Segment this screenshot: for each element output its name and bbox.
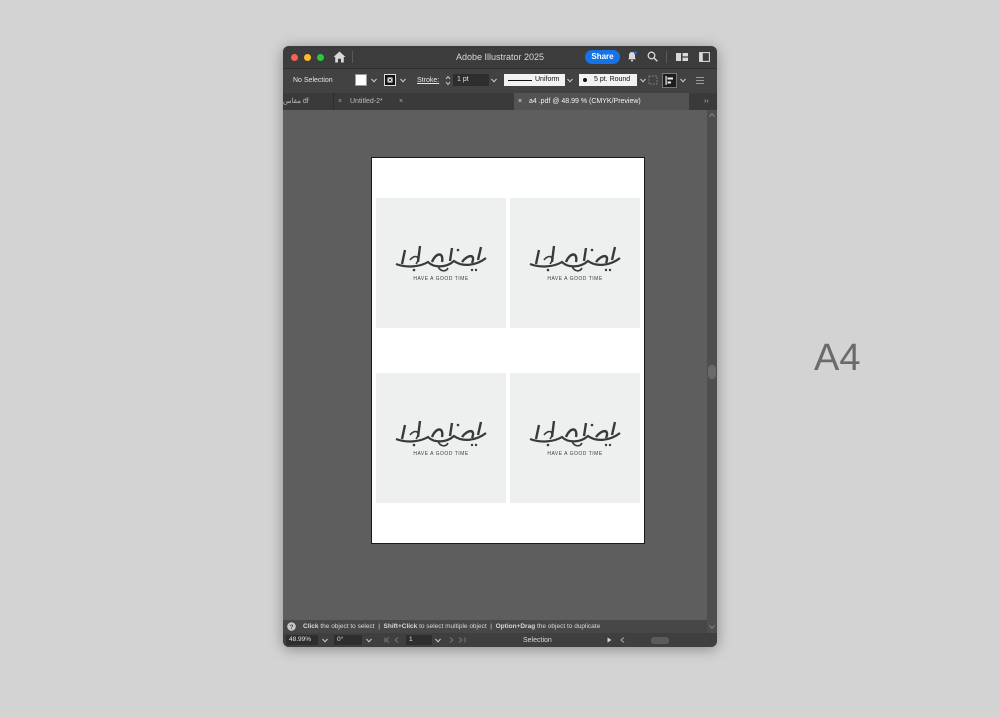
play-arrow-icon[interactable] [607, 637, 612, 643]
horizontal-scroll-thumb[interactable] [651, 637, 669, 644]
tab-label: Untitled-2* [350, 98, 383, 105]
brush-definition[interactable]: 5 pt. Round [579, 74, 637, 86]
status-hint-text: Click the object to select | Shift+Click… [303, 623, 601, 630]
chevron-up-icon[interactable] [709, 113, 715, 117]
chevron-down-icon[interactable] [567, 78, 573, 83]
current-tool-label: Selection [523, 637, 552, 644]
scroll-thumb[interactable] [708, 365, 716, 379]
design-card[interactable]: HAVE A GOOD TIME [510, 198, 640, 328]
menu-icon[interactable] [695, 76, 705, 85]
stroke-label[interactable]: Stroke: [417, 77, 439, 84]
stroke-weight-field[interactable]: 1 pt [453, 74, 489, 86]
artboard-a4[interactable]: HAVE A GOOD TIME HAVE A GOOD TIME HAVE A… [371, 157, 645, 544]
chevron-down-icon[interactable] [680, 78, 686, 83]
chevron-down-icon[interactable] [709, 625, 715, 629]
variable-width-profile[interactable]: Uniform [504, 74, 565, 86]
close-icon[interactable]: × [518, 93, 522, 110]
tab-label: a4 .pdf @ 48.99 % (CMYK/Preview) [529, 98, 641, 105]
brush-dot-icon [583, 78, 587, 82]
tab-untitled-2[interactable]: × Untitled-2* × [333, 93, 404, 110]
chevron-down-icon[interactable] [491, 78, 497, 83]
more-tabs-chevron-icon[interactable]: ›› [704, 93, 717, 110]
card-tagline: HAVE A GOOD TIME [547, 451, 603, 457]
tab-arabic-document[interactable]: مقاس df [283, 93, 333, 110]
chevron-down-icon[interactable] [435, 638, 441, 643]
control-bar: No Selection Stroke: 1 pt Uniform 5 pt. … [283, 68, 717, 94]
canvas-area[interactable]: HAVE A GOOD TIME HAVE A GOOD TIME HAVE A… [283, 110, 707, 620]
help-icon[interactable]: ? [287, 622, 296, 631]
calligraphy-artwork [529, 245, 621, 272]
document-tabs: مقاس df × Untitled-2* × × a4 .pdf @ 48.9… [283, 93, 717, 110]
stroke-weight-value: 1 pt [457, 76, 469, 83]
chevron-down-icon[interactable] [400, 78, 406, 83]
bell-icon[interactable] [627, 51, 637, 62]
design-card[interactable]: HAVE A GOOD TIME [376, 373, 506, 503]
card-tagline: HAVE A GOOD TIME [547, 276, 603, 282]
chevron-left-icon[interactable] [620, 637, 625, 643]
svg-text:?: ? [290, 624, 294, 631]
tab-a4-pdf-active[interactable]: × a4 .pdf @ 48.99 % (CMYK/Preview) [514, 93, 689, 110]
profile-label: Uniform [535, 76, 560, 83]
artboard-number-field[interactable]: 1 [406, 635, 432, 645]
chevron-down-icon[interactable] [371, 78, 377, 83]
calligraphy-artwork [395, 245, 487, 272]
status-hint-bar: ? Click the object to select | Shift+Cli… [283, 620, 707, 633]
chevron-down-icon[interactable] [640, 78, 646, 83]
selection-status: No Selection [293, 77, 333, 84]
chevron-down-icon[interactable] [322, 638, 328, 643]
illustrator-window: Adobe Illustrator 2025 Share No Selectio… [283, 46, 717, 647]
tab-label: مقاس df [283, 98, 309, 105]
workspace-layout-icon[interactable] [676, 53, 688, 61]
stepper-icon[interactable] [445, 75, 451, 86]
chevron-down-icon[interactable] [366, 638, 372, 643]
profile-line [508, 80, 532, 81]
stroke-none-icon [387, 77, 393, 83]
close-icon[interactable]: × [338, 93, 342, 110]
calligraphy-artwork [395, 420, 487, 447]
card-tagline: HAVE A GOOD TIME [413, 276, 469, 282]
align-panel-button[interactable] [662, 73, 677, 88]
next-last-artboard-icon[interactable] [446, 637, 466, 643]
panel-toggle-icon[interactable] [699, 52, 710, 62]
brush-options-icon[interactable] [648, 75, 658, 85]
close-icon[interactable]: × [399, 93, 403, 110]
calligraphy-artwork [529, 420, 621, 447]
bottom-bar: 48.99% 0° 1 Selection [283, 633, 717, 647]
first-previous-artboard-icon[interactable] [384, 637, 404, 643]
design-card[interactable]: HAVE A GOOD TIME [510, 373, 640, 503]
design-card[interactable]: HAVE A GOOD TIME [376, 198, 506, 328]
title-bar: Adobe Illustrator 2025 Share [283, 46, 717, 68]
rotation-field[interactable]: 0° [334, 635, 362, 645]
card-tagline: HAVE A GOOD TIME [413, 451, 469, 457]
size-label: A4 [814, 337, 861, 379]
zoom-field[interactable]: 48.99% [286, 635, 318, 645]
brush-label: 5 pt. Round [594, 76, 631, 83]
share-button[interactable]: Share [585, 50, 620, 64]
vertical-scrollbar[interactable] [707, 110, 717, 633]
search-icon[interactable] [647, 51, 658, 62]
stroke-swatch[interactable] [384, 74, 396, 86]
fill-swatch[interactable] [355, 74, 367, 86]
align-left-icon [665, 76, 673, 85]
